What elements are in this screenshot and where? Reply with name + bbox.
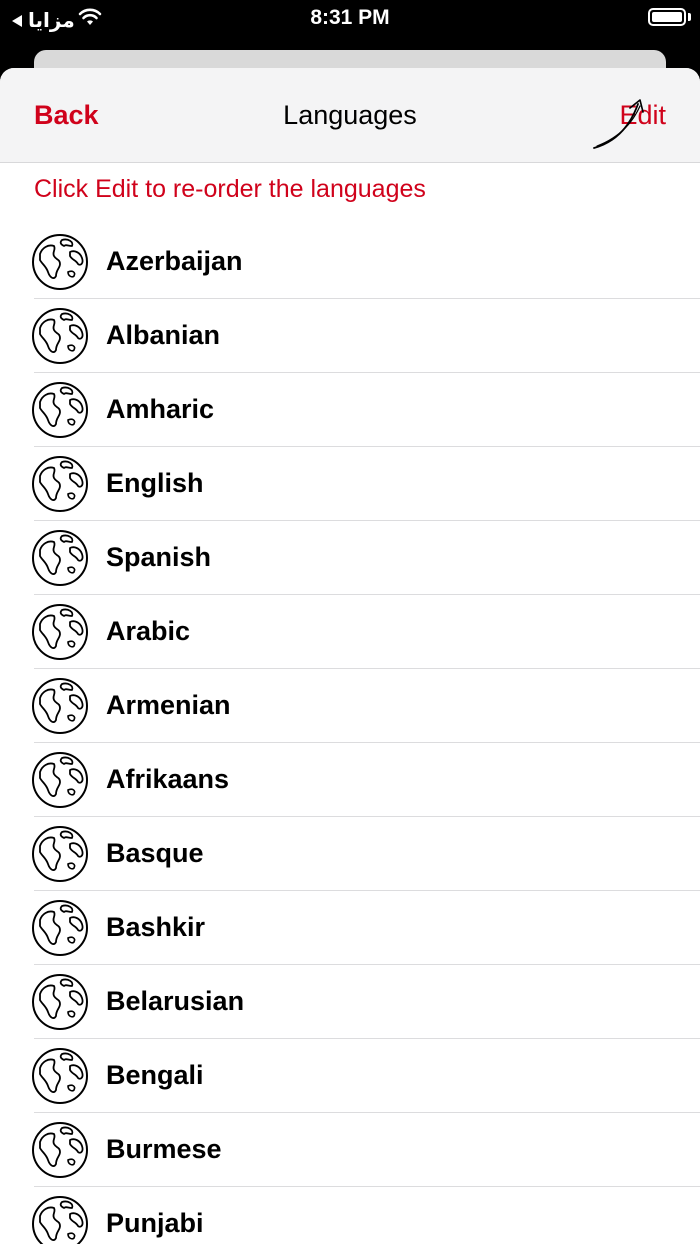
globe-icon — [32, 900, 88, 956]
language-row[interactable]: Arabic — [0, 595, 700, 669]
curved-arrow-icon — [593, 99, 644, 149]
language-row[interactable]: Burmese — [0, 1113, 700, 1187]
language-name: Arabic — [106, 616, 191, 646]
language-name: Burmese — [106, 1134, 222, 1164]
globe-icon — [32, 974, 88, 1030]
status-time: 8:31 PM — [310, 6, 390, 29]
language-row[interactable]: English — [0, 447, 700, 521]
battery-icon — [648, 8, 686, 26]
globe-icon — [32, 530, 88, 586]
globe-icon — [32, 1122, 88, 1178]
language-name: Amharic — [106, 394, 215, 424]
language-row[interactable]: Afrikaans — [0, 743, 700, 817]
globe-icon — [32, 234, 88, 290]
globe-icon — [32, 604, 88, 660]
language-name: English — [106, 468, 204, 498]
globe-icon — [32, 826, 88, 882]
language-name: Punjabi — [106, 1208, 204, 1238]
language-row[interactable]: Punjabi — [0, 1187, 700, 1244]
globe-icon — [32, 456, 88, 512]
language-name: Bashkir — [106, 912, 206, 942]
reorder-hint: Click Edit to re-order the languages — [34, 175, 426, 203]
language-name: Basque — [106, 838, 204, 868]
language-row[interactable]: Armenian — [0, 669, 700, 743]
language-name: Afrikaans — [106, 764, 230, 794]
globe-icon — [32, 1196, 88, 1244]
language-row[interactable]: Belarusian — [0, 965, 700, 1039]
language-name: Bengali — [106, 1060, 204, 1090]
language-row[interactable]: Amharic — [0, 373, 700, 447]
language-row[interactable]: Albanian — [0, 299, 700, 373]
language-row[interactable]: Bengali — [0, 1039, 700, 1113]
status-bar: مزايا 8:31 PM — [0, 0, 700, 48]
language-name: Spanish — [106, 542, 212, 572]
language-name: Belarusian — [106, 986, 245, 1016]
globe-icon — [32, 308, 88, 364]
globe-icon — [32, 1048, 88, 1104]
globe-icon — [32, 382, 88, 438]
language-row[interactable]: Azerbaijan — [0, 225, 700, 299]
globe-icon — [32, 752, 88, 808]
language-name: Armenian — [106, 690, 231, 720]
battery-nub — [688, 13, 691, 21]
language-name: Azerbaijan — [106, 246, 243, 276]
language-row[interactable]: Bashkir — [0, 891, 700, 965]
language-list: Azerbaijan Albanian Amharic English Span… — [0, 225, 700, 1244]
language-name: Albanian — [106, 320, 221, 350]
globe-icon — [32, 678, 88, 734]
hint-row: Click Edit to re-order the languages — [0, 163, 700, 225]
language-row[interactable]: Spanish — [0, 521, 700, 595]
language-row[interactable]: Basque — [0, 817, 700, 891]
languages-sheet: Back Languages Edit Click Edit to re-ord… — [0, 68, 700, 1244]
